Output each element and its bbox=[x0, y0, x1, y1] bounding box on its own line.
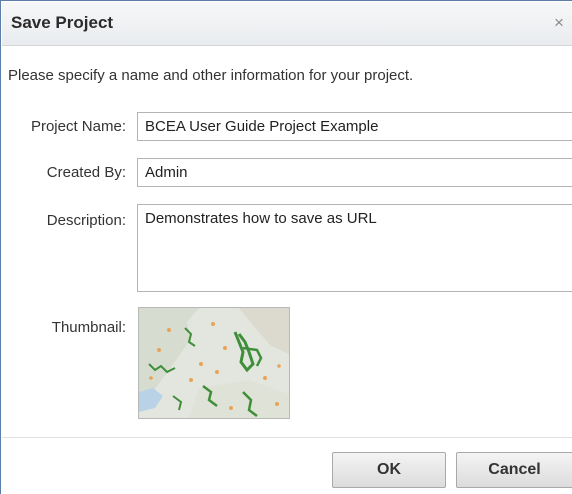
map-thumbnail-graphic bbox=[139, 308, 289, 418]
intro-text: Please specify a name and other informat… bbox=[8, 67, 414, 84]
created-by-input[interactable] bbox=[137, 158, 572, 187]
project-name-input[interactable] bbox=[137, 112, 572, 141]
created-by-label: Created By: bbox=[46, 164, 126, 181]
dialog-title: Save Project bbox=[11, 13, 114, 32]
thumbnail-label: Thumbnail: bbox=[51, 319, 126, 336]
footer-divider bbox=[2, 437, 572, 438]
cancel-button[interactable]: Cancel bbox=[456, 452, 572, 488]
description-label: Description: bbox=[46, 212, 126, 229]
project-name-label: Project Name: bbox=[30, 118, 126, 135]
dialog-titlebar: Save Project × bbox=[2, 2, 572, 46]
save-project-dialog: Save Project × Please specify a name and… bbox=[0, 0, 572, 494]
close-icon[interactable]: × bbox=[554, 13, 564, 33]
description-textarea[interactable]: Demonstrates how to save as URL bbox=[137, 204, 572, 292]
map-thumbnail-image bbox=[138, 307, 290, 419]
ok-button[interactable]: OK bbox=[332, 452, 446, 488]
